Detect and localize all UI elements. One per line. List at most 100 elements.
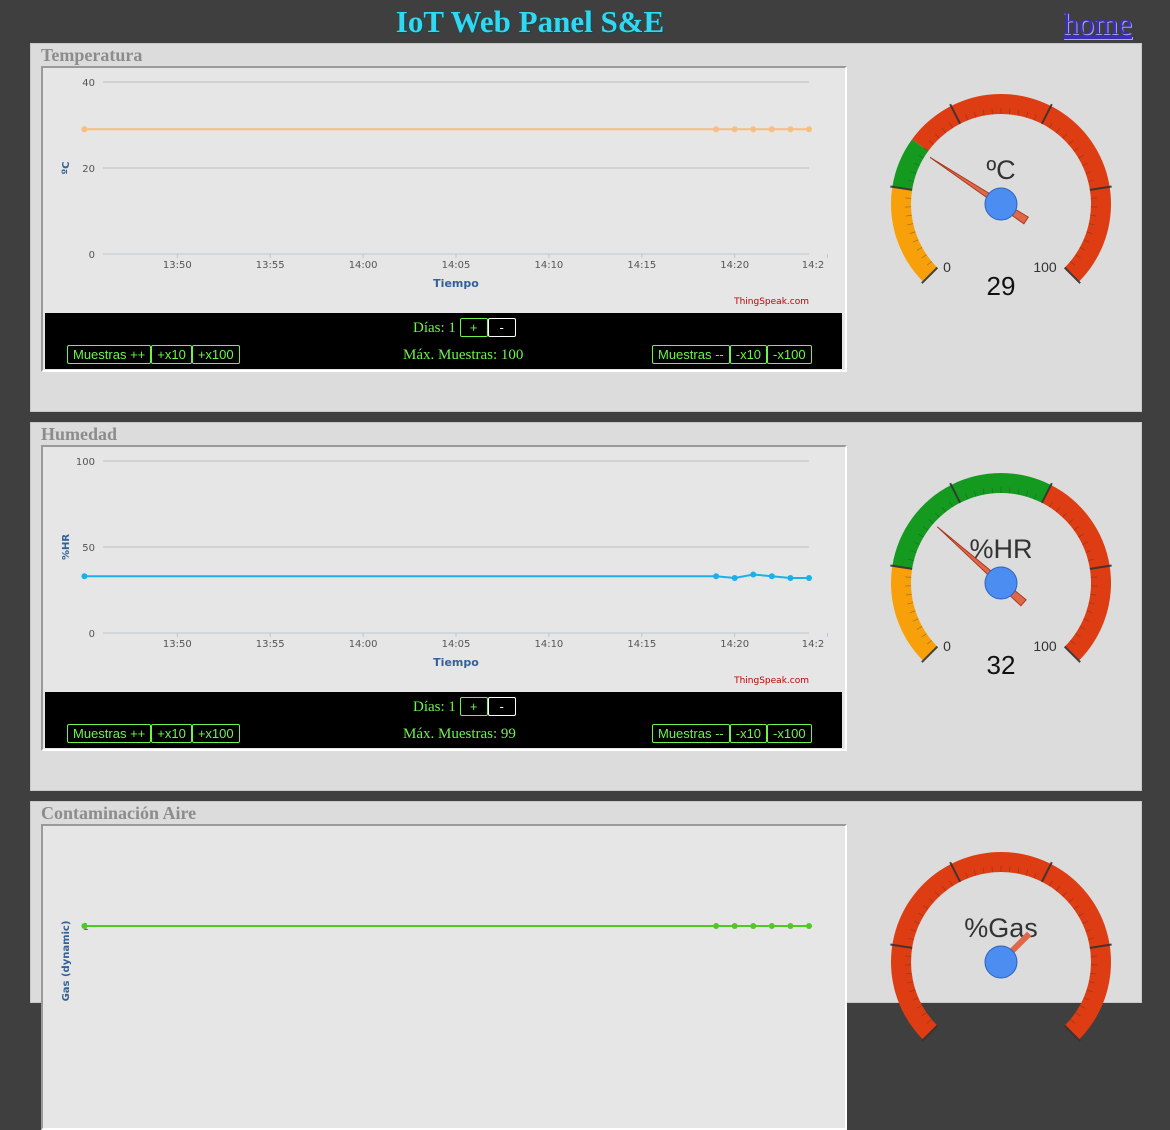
panel-title: Humedad — [41, 424, 117, 445]
x-axis-label: Tiempo — [433, 277, 479, 290]
gauge-unit-label: %HR — [969, 534, 1032, 564]
gauge-hub — [985, 188, 1017, 220]
gauge-hub — [985, 946, 1017, 978]
data-point[interactable] — [787, 923, 793, 929]
x-tick-label: 14:05 — [442, 639, 471, 650]
samples-decrease-button[interactable]: Muestras -- — [652, 345, 730, 364]
gauge: ºC010029 — [886, 89, 1116, 324]
samples-decrease-group: Muestras ---x10-x100 — [652, 345, 812, 364]
data-point[interactable] — [732, 126, 738, 132]
gauge-zone — [891, 566, 937, 661]
data-point[interactable] — [787, 126, 793, 132]
samples-decrease-button[interactable]: Muestras -- — [652, 724, 730, 743]
y-axis-label: ºC — [61, 162, 72, 175]
data-point[interactable] — [713, 923, 719, 929]
x-tick-label: 14:05 — [442, 260, 471, 271]
x-tick-label: 13:50 — [163, 639, 192, 650]
samples-x100-increase-button[interactable]: +x100 — [192, 345, 240, 364]
gauge-value: 32 — [951, 650, 1051, 681]
home-link[interactable]: home — [1063, 6, 1132, 42]
gauge-value: 29 — [951, 271, 1051, 302]
days-decrease-button[interactable]: - — [488, 318, 516, 337]
chart-controls: Días: 1 +- Muestras +++x10+x100 Máx. Muest… — [45, 692, 842, 748]
x-tick-label: 14:00 — [349, 639, 378, 650]
gauge-hub — [985, 567, 1017, 599]
data-point[interactable] — [769, 923, 775, 929]
data-point[interactable] — [806, 575, 812, 581]
gauge-unit-label: ºC — [986, 155, 1015, 185]
x-tick-label: 13:50 — [163, 260, 192, 271]
samples-increase-group: Muestras +++x10+x100 — [67, 345, 240, 364]
samples-decrease-group: Muestras ---x10-x100 — [652, 724, 812, 743]
gauge-min-label: 0 — [943, 638, 951, 654]
data-point[interactable] — [732, 923, 738, 929]
x-tick-label: 14:20 — [720, 260, 749, 271]
samples-increase-button[interactable]: Muestras ++ — [67, 345, 151, 364]
data-point[interactable] — [769, 126, 775, 132]
gauge-zone — [891, 187, 937, 282]
panel-title: Contaminación Aire — [41, 803, 196, 824]
data-point[interactable] — [806, 126, 812, 132]
max-samples-label: Máx. Muestras: 99 — [403, 726, 516, 743]
samples-x10-decrease-button[interactable]: -x10 — [730, 345, 767, 364]
data-point[interactable] — [750, 126, 756, 132]
samples-x100-increase-button[interactable]: +x100 — [192, 724, 240, 743]
days-decrease-button[interactable]: - — [488, 697, 516, 716]
data-point[interactable] — [713, 126, 719, 132]
x-tick-label: 14:00 — [349, 260, 378, 271]
gauge: %HR010032 — [886, 468, 1116, 703]
chart-credit-link[interactable]: ThingSpeak.com — [733, 297, 809, 307]
humidity-panel: Humedad10050013:5013:5514:0014:0514:1014… — [30, 422, 1142, 791]
gauge-dial: %Gas — [886, 847, 1116, 1077]
y-tick-label: 50 — [82, 543, 95, 554]
samples-x10-decrease-button[interactable]: -x10 — [730, 724, 767, 743]
y-tick-label: 0 — [89, 250, 95, 261]
data-point[interactable] — [81, 923, 87, 929]
line-chart: 1Gas (dynamic) — [43, 826, 841, 1071]
chart-frame: 10050013:5013:5514:0014:0514:1014:1514:2… — [41, 445, 847, 751]
series-line — [84, 575, 809, 578]
data-point[interactable] — [81, 126, 87, 132]
y-axis-label: %HR — [61, 534, 72, 560]
page-title: IoT Web Panel S&E — [0, 4, 1060, 40]
days-increase-button[interactable]: + — [460, 318, 488, 337]
chart-credit-link[interactable]: ThingSpeak.com — [733, 676, 809, 686]
samples-increase-button[interactable]: Muestras ++ — [67, 724, 151, 743]
gauge-zone — [912, 94, 1111, 282]
x-tick-label: 13:55 — [256, 260, 285, 271]
x-tick-label: 13:55 — [256, 639, 285, 650]
data-point[interactable] — [732, 575, 738, 581]
gauge-min-label: 0 — [943, 259, 951, 275]
line-chart: 4020013:5013:5514:0014:0514:1014:1514:20… — [43, 68, 841, 313]
data-point[interactable] — [787, 575, 793, 581]
data-point[interactable] — [806, 923, 812, 929]
x-tick-label: 14:10 — [534, 260, 563, 271]
days-label: Días: 1 — [413, 320, 456, 336]
x-tick-label: 14:15 — [627, 639, 656, 650]
data-point[interactable] — [750, 572, 756, 578]
samples-x100-decrease-button[interactable]: -x100 — [767, 724, 812, 743]
chart-controls: Días: 1 +-Muestras +++x10+x100Máx. Muest… — [45, 313, 842, 369]
x-tick-label: 14:2 — [802, 260, 824, 271]
samples-x100-decrease-button[interactable]: -x100 — [767, 345, 812, 364]
data-point[interactable] — [750, 923, 756, 929]
air-quality-panel: Contaminación Aire1Gas (dynamic)%Gas — [30, 801, 1142, 1003]
data-point[interactable] — [713, 573, 719, 579]
x-tick-label: 14:20 — [720, 639, 749, 650]
days-increase-button[interactable]: + — [460, 697, 488, 716]
y-tick-label: 0 — [89, 629, 95, 640]
x-tick-label: 14:15 — [627, 260, 656, 271]
days-control: Días: 1 +- — [413, 697, 516, 716]
data-point[interactable] — [81, 573, 87, 579]
y-axis-label: Gas (dynamic) — [61, 921, 72, 1002]
y-tick-label: 20 — [82, 164, 95, 175]
page-header: IoT Web Panel S&E home — [0, 0, 1170, 44]
samples-increase-group: Muestras +++x10+x100 — [67, 724, 240, 743]
line-chart: 10050013:5013:5514:0014:0514:1014:1514:2… — [43, 447, 841, 692]
days-label: Días: 1 — [413, 699, 456, 715]
chart-frame: 4020013:5013:5514:0014:0514:1014:1514:20… — [41, 66, 847, 372]
data-point[interactable] — [769, 573, 775, 579]
samples-x10-increase-button[interactable]: +x10 — [151, 345, 192, 364]
samples-x10-increase-button[interactable]: +x10 — [151, 724, 192, 743]
chart-frame: 1Gas (dynamic) — [41, 824, 847, 1130]
